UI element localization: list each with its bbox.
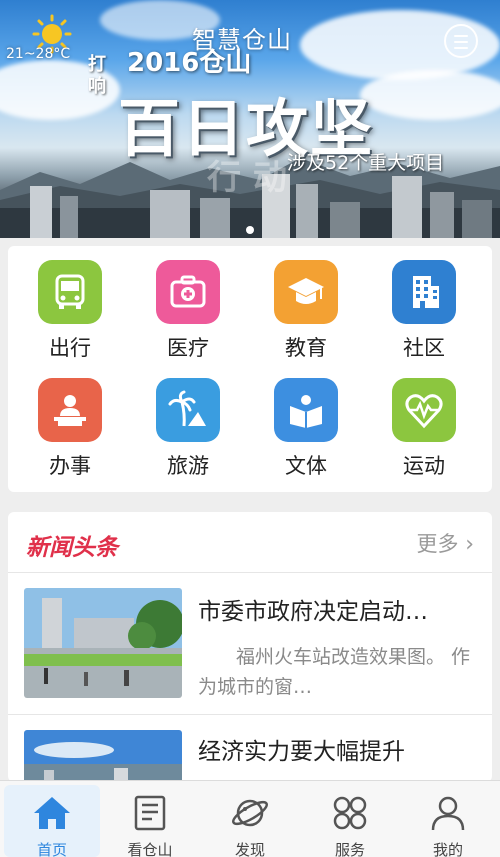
service-grid: 出行 医疗 教育 社区 办事 旅游 文体 运动 <box>8 246 492 492</box>
carousel-indicator[interactable] <box>246 226 254 234</box>
banner-year-line: 2016仓山 <box>127 48 252 78</box>
menu-icon[interactable] <box>444 24 478 58</box>
banner-carousel[interactable]: 21~28°C 智慧仓山 打响 2016仓山 百日攻坚 行 动 涉及52个重大项… <box>0 0 500 238</box>
news-section: 新闻头条 更多 › 市委市政府决定启动… 福州火车站改造效果图。 作为城市的窗… <box>8 512 492 782</box>
tab-label: 我的 <box>432 841 463 857</box>
service-label: 办事 <box>49 454 91 478</box>
service-label: 出行 <box>49 336 91 360</box>
service-sports[interactable]: 运动 <box>372 366 476 478</box>
palm-tree-icon <box>156 378 220 442</box>
news-title: 市委市政府决定启动… <box>198 599 428 625</box>
planet-icon <box>232 799 268 827</box>
service-community[interactable]: 社区 <box>372 248 476 360</box>
banner-ghost-text: 行 动 <box>207 158 287 198</box>
home-icon <box>34 797 70 829</box>
service-education[interactable]: 教育 <box>254 248 358 360</box>
more-label: 更多 <box>416 532 459 556</box>
more-link[interactable]: 更多 › <box>417 528 475 558</box>
tab-label: 看仓山 <box>127 841 173 857</box>
service-tourism[interactable]: 旅游 <box>136 366 240 478</box>
chevron-right-icon: › <box>465 532 474 557</box>
medical-kit-icon <box>156 260 220 324</box>
news-section-title: 新闻头条 <box>26 535 118 561</box>
service-label: 教育 <box>285 336 327 360</box>
cloud <box>360 70 500 120</box>
tab-label: 首页 <box>36 841 67 857</box>
grid-icon <box>333 796 367 830</box>
service-label: 医疗 <box>167 336 209 360</box>
building-icon <box>392 260 456 324</box>
service-label: 社区 <box>403 336 445 360</box>
book-icon <box>274 378 338 442</box>
service-culture-sports[interactable]: 文体 <box>254 366 358 478</box>
tab-view-cangshan[interactable]: 看仓山 <box>102 785 198 857</box>
service-medical[interactable]: 医疗 <box>136 248 240 360</box>
graduation-cap-icon <box>274 260 338 324</box>
news-title: 经济实力要大幅提升 <box>198 739 405 765</box>
divider <box>8 572 492 573</box>
newspaper-icon <box>134 795 166 831</box>
temperature-label: 21~28°C <box>6 46 71 62</box>
tab-home[interactable]: 首页 <box>4 785 100 857</box>
news-thumbnail <box>24 730 182 782</box>
clerk-icon <box>38 378 102 442</box>
bus-icon <box>38 260 102 324</box>
service-label: 文体 <box>285 454 327 478</box>
tab-me[interactable]: 我的 <box>400 785 496 857</box>
tab-label: 服务 <box>334 841 365 857</box>
banner-subline: 涉及52个重大项目 <box>287 152 445 174</box>
service-affairs[interactable]: 办事 <box>18 366 122 478</box>
banner-tag: 打响 <box>88 54 106 97</box>
service-label: 旅游 <box>167 454 209 478</box>
tab-discover[interactable]: 发现 <box>202 785 298 857</box>
service-travel[interactable]: 出行 <box>18 248 122 360</box>
news-thumbnail <box>24 588 182 698</box>
heartbeat-icon <box>392 378 456 442</box>
service-label: 运动 <box>403 454 445 478</box>
bottom-tab-bar: 首页 看仓山 发现 服务 我的 <box>0 780 500 857</box>
tab-services[interactable]: 服务 <box>302 785 398 857</box>
divider <box>8 714 492 715</box>
tab-label: 发现 <box>234 841 265 857</box>
user-icon <box>431 796 465 831</box>
news-summary: 福州火车站改造效果图。 作为城市的窗… <box>198 646 471 698</box>
